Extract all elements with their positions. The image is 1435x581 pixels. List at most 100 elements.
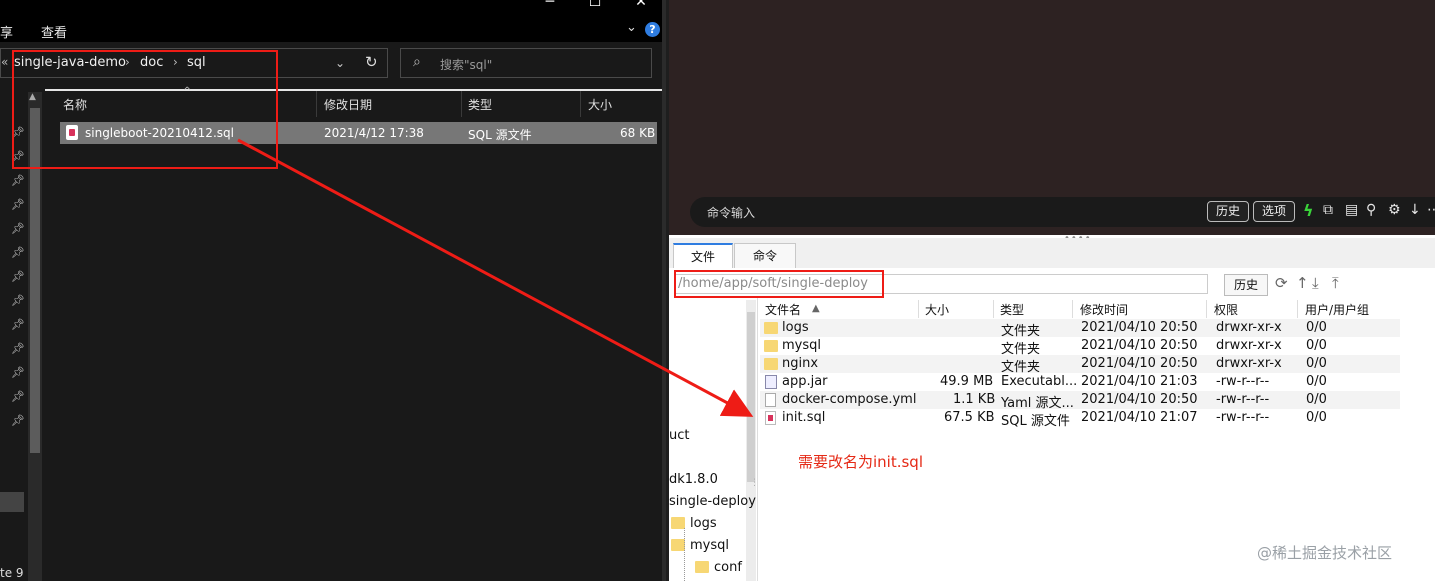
row-permissions: drwxr-xr-x <box>1216 320 1282 335</box>
tree-item[interactable]: uct <box>669 428 689 443</box>
row-modified: 2021/04/10 20:50 <box>1081 392 1198 407</box>
pin-icon: 📌︎ <box>11 318 25 331</box>
split-grip-icon[interactable]: ⋮ <box>750 478 759 488</box>
tab-files[interactable]: 文件 <box>673 243 733 269</box>
pin-icon: 📌︎ <box>11 366 25 379</box>
row-filename: docker-compose.yml <box>782 392 917 407</box>
download-icon[interactable]: ⤓ <box>1312 274 1319 292</box>
column-header-filename[interactable]: 文件名 <box>765 301 801 318</box>
column-divider[interactable] <box>1206 300 1207 318</box>
watermark: @稀土掘金技术社区 <box>1257 544 1393 562</box>
folder-icon <box>764 358 778 370</box>
maximize-icon[interactable]: ☐ <box>580 0 610 10</box>
row-owner: 0/0 <box>1306 392 1327 407</box>
pin-icon: 📌︎ <box>11 342 25 355</box>
tree-item[interactable]: single-deploy <box>669 494 756 509</box>
row-size: 49.9 MB <box>940 374 994 389</box>
column-divider[interactable] <box>316 91 317 117</box>
table-row[interactable] <box>760 355 1400 373</box>
gear-icon[interactable]: ⚙ <box>1388 202 1401 218</box>
refresh-icon[interactable]: ⟳ <box>1275 274 1288 292</box>
file-size: 68 KB <box>620 126 656 140</box>
nav-pane-selected-item[interactable] <box>0 492 24 512</box>
folder-icon <box>695 561 709 573</box>
pin-icon: 📌︎ <box>11 294 25 307</box>
column-header-type[interactable]: 类型 <box>468 96 492 113</box>
column-divider[interactable] <box>918 300 919 318</box>
help-icon[interactable]: ? <box>645 22 660 37</box>
row-filename: mysql <box>782 338 821 353</box>
table-row[interactable] <box>760 319 1400 337</box>
row-modified: 2021/04/10 20:50 <box>1081 338 1198 353</box>
row-filename: init.sql <box>782 410 826 425</box>
row-permissions: drwxr-xr-x <box>1216 338 1282 353</box>
row-modified: 2021/04/10 20:50 <box>1081 320 1198 335</box>
column-header-owner[interactable]: 用户/用户组 <box>1305 301 1369 318</box>
column-divider[interactable] <box>580 91 581 117</box>
row-permissions: -rw-r--r-- <box>1216 410 1270 425</box>
tree-item[interactable]: mysql <box>690 538 729 553</box>
copy-icon[interactable]: ⧉ <box>1323 202 1333 218</box>
row-filename: logs <box>782 320 809 335</box>
options-button[interactable]: 选项 <box>1253 201 1295 222</box>
window-divider <box>662 0 666 581</box>
lightning-icon[interactable]: ϟ <box>1303 201 1314 220</box>
pin-icon: 📌︎ <box>11 270 25 283</box>
table-row[interactable] <box>760 373 1400 391</box>
row-size: 67.5 KB <box>944 410 995 425</box>
column-header-modified[interactable]: 修改时间 <box>1080 301 1128 318</box>
row-owner: 0/0 <box>1306 320 1327 335</box>
parent-dir-icon[interactable]: ↑ <box>1296 274 1309 292</box>
pin-icon: 📌︎ <box>11 198 25 211</box>
column-divider[interactable] <box>461 91 462 117</box>
folder-icon <box>764 340 778 352</box>
arrow-down-icon[interactable]: ↓ <box>1409 202 1421 218</box>
row-permissions: -rw-r--r-- <box>1216 374 1270 389</box>
close-icon[interactable]: ✕ <box>626 0 656 10</box>
chevron-down-icon[interactable]: ⌄ <box>626 20 637 35</box>
annotation-box-source <box>12 50 278 169</box>
column-header-size[interactable]: 大小 <box>925 301 949 318</box>
pin-icon: 📌︎ <box>11 174 25 187</box>
table-row[interactable] <box>760 337 1400 355</box>
column-divider[interactable] <box>1072 300 1073 318</box>
column-header-type[interactable]: 类型 <box>1000 301 1024 318</box>
row-owner: 0/0 <box>1306 338 1327 353</box>
column-header-size[interactable]: 大小 <box>588 96 612 113</box>
history-button[interactable]: 历史 <box>1207 201 1249 222</box>
pin-icon: 📌︎ <box>11 414 25 427</box>
table-row[interactable] <box>760 409 1400 427</box>
explorer-ribbon-bar <box>0 0 666 42</box>
row-type: Executabl... <box>1001 374 1078 389</box>
menu-view[interactable]: 查看 <box>41 22 67 41</box>
row-filename: nginx <box>782 356 819 371</box>
path-history-button[interactable]: 历史 <box>1224 274 1268 296</box>
tree-item[interactable]: logs <box>690 516 717 531</box>
yml-file-icon <box>765 393 776 407</box>
column-header-modified[interactable]: 修改日期 <box>324 96 372 113</box>
upload-icon[interactable]: ⤒ <box>1332 274 1339 292</box>
minimize-icon[interactable]: ─ <box>535 0 565 10</box>
tree-item[interactable]: conf <box>714 560 742 575</box>
column-divider[interactable] <box>993 300 994 318</box>
search-icon[interactable]: ⚲ <box>1366 202 1376 218</box>
row-modified: 2021/04/10 21:03 <box>1081 374 1198 389</box>
sql-file-icon <box>765 411 776 425</box>
search-input[interactable] <box>400 48 652 78</box>
breadcrumb-chevron-icon: « <box>1 55 9 69</box>
tab-commands[interactable]: 命令 <box>734 243 796 268</box>
refresh-icon[interactable]: ↻ <box>365 53 378 71</box>
tree-scroll-thumb[interactable] <box>747 312 755 482</box>
column-divider[interactable] <box>1297 300 1298 318</box>
annotation-box-path <box>674 270 884 298</box>
paste-icon[interactable]: ▤ <box>1345 202 1358 218</box>
more-icon[interactable]: ⋯ <box>1427 202 1435 218</box>
row-owner: 0/0 <box>1306 374 1327 389</box>
menu-share[interactable]: 享 <box>0 22 13 41</box>
column-header-permissions[interactable]: 权限 <box>1214 301 1238 318</box>
row-modified: 2021/04/10 21:07 <box>1081 410 1198 425</box>
tree-item[interactable]: dk1.8.0 <box>669 472 718 487</box>
command-input-label: 命令输入 <box>707 206 756 220</box>
address-dropdown-icon[interactable]: ⌄ <box>335 56 345 70</box>
row-modified: 2021/04/10 20:50 <box>1081 356 1198 371</box>
